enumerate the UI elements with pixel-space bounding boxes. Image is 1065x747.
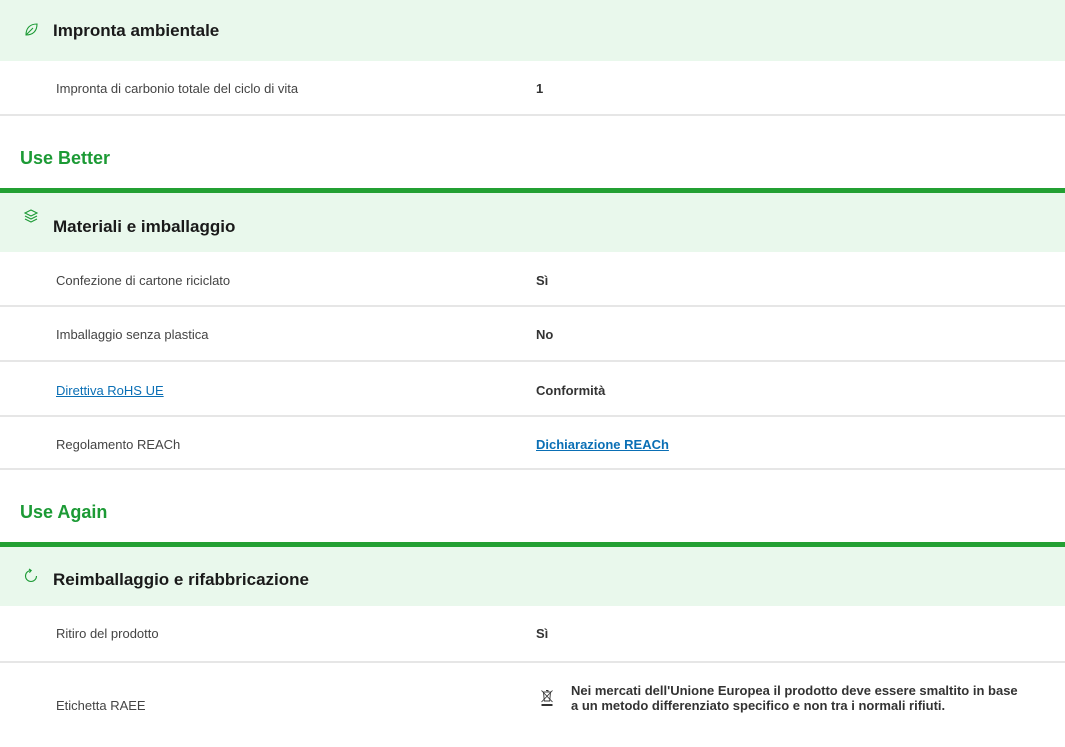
layers-icon: [23, 208, 39, 224]
row-label-take-back: Ritiro del prodotto: [56, 626, 159, 641]
table-row: Regolamento REACh Dichiarazione REACh: [0, 417, 1065, 470]
table-row: Confezione di cartone riciclato Sì: [0, 252, 1065, 307]
row-value-carbon-footprint: 1: [536, 81, 544, 96]
row-value-recycled-carton: Sì: [536, 273, 549, 288]
weee-value: Nei mercati dell'Unione Europea il prodo…: [540, 683, 1021, 713]
category-title-use-better: Use Better: [20, 148, 111, 168]
table-row: Imballaggio senza plastica No: [0, 307, 1065, 362]
row-label-recycled-carton: Confezione di cartone riciclato: [56, 273, 231, 288]
rohs-directive-link[interactable]: Direttiva RoHS UE: [56, 383, 164, 398]
section-header-footprint: Impronta ambientale: [0, 0, 1065, 61]
leaf-icon: [23, 22, 39, 38]
section-header-remanufacturing: Reimballaggio e rifabbricazione: [0, 547, 1065, 606]
category-title-use-again: Use Again: [20, 502, 108, 522]
table-row: Direttiva RoHS UE Conformità: [0, 362, 1065, 417]
section-title-materials: Materiali e imballaggio: [53, 217, 236, 236]
row-value-take-back: Sì: [536, 626, 549, 641]
table-row: Impronta di carbonio totale del ciclo di…: [0, 61, 1065, 116]
row-value-plastic-free: No: [536, 327, 554, 342]
refresh-icon: [23, 568, 39, 584]
reach-declaration-link[interactable]: Dichiarazione REACh: [536, 437, 669, 452]
row-label-carbon-footprint: Impronta di carbonio totale del ciclo di…: [56, 81, 299, 96]
row-label-weee: Etichetta RAEE: [56, 698, 146, 713]
section-title-footprint: Impronta ambientale: [53, 21, 220, 40]
row-label-reach: Regolamento REACh: [56, 437, 181, 452]
weee-bin-icon: [540, 689, 554, 707]
row-value-rohs: Conformità: [536, 383, 606, 398]
row-value-weee: Nei mercati dell'Unione Europea il prodo…: [571, 683, 1018, 713]
table-row: Ritiro del prodotto Sì: [0, 606, 1065, 663]
table-row: Etichetta RAEE Nei mercati dell'Unione E…: [0, 663, 1065, 747]
row-label-plastic-free: Imballaggio senza plastica: [56, 327, 209, 342]
section-header-materials: Materiali e imballaggio: [0, 193, 1065, 252]
section-title-remanufacturing: Reimballaggio e rifabbricazione: [53, 570, 310, 589]
